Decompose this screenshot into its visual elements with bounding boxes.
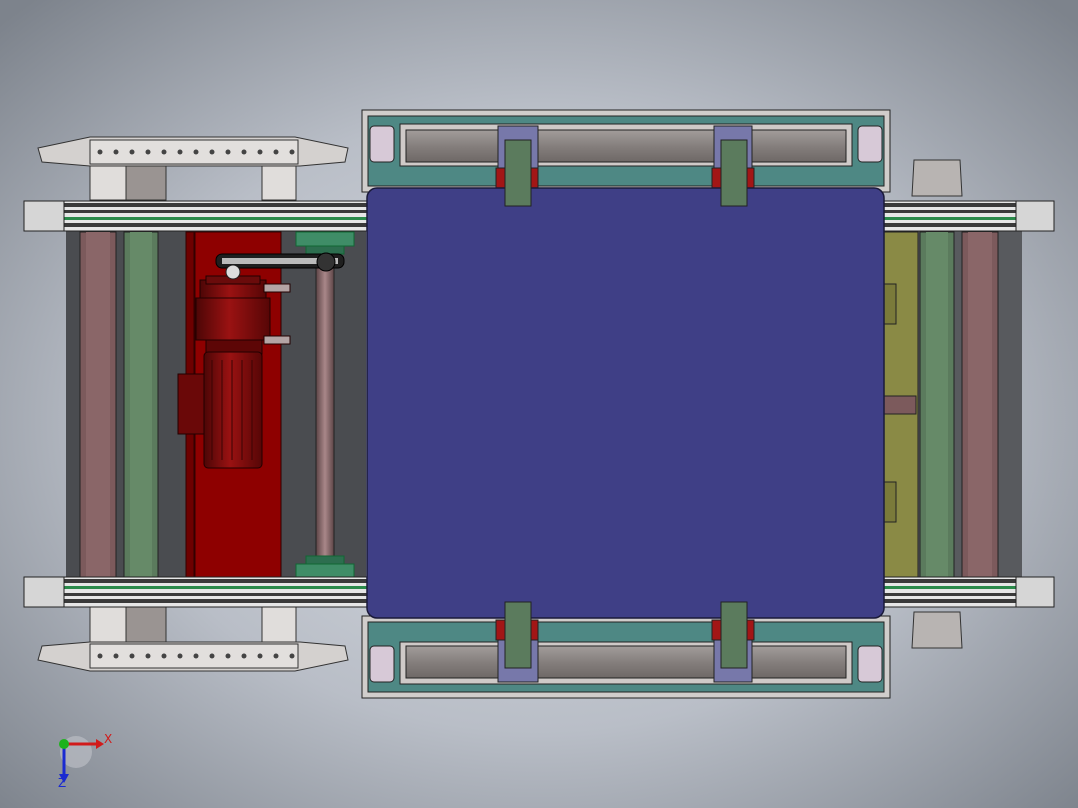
bracket-bolt: [97, 149, 103, 155]
bracket-bolt: [241, 653, 247, 659]
bracket-bolt: [273, 149, 279, 155]
bracket-bolt: [289, 653, 295, 659]
conveyor-assembly-drawing: [0, 0, 1078, 808]
y-axis-dot: [59, 739, 69, 749]
bracket-bolt: [225, 149, 231, 155]
bracket-bolt: [177, 149, 183, 155]
bracket-bolt: [161, 653, 167, 659]
pallet-plate: [366, 187, 885, 619]
bracket-bolt: [129, 653, 135, 659]
clamp-block-bottom-left: [504, 601, 532, 669]
bottom-shaft-bearing: [295, 563, 355, 579]
bracket-bolt: [273, 653, 279, 659]
drive-shaft: [315, 239, 335, 576]
bracket-bolt: [113, 149, 119, 155]
bracket-bolt: [193, 653, 199, 659]
bracket-bolt: [97, 653, 103, 659]
bracket-bolt: [193, 149, 199, 155]
bracket-bolt: [209, 149, 215, 155]
bracket-bolt: [257, 149, 263, 155]
bracket-bolt: [241, 149, 247, 155]
bracket-bolt: [129, 149, 135, 155]
bracket-bolt: [161, 149, 167, 155]
top-shaft-bearing: [295, 231, 355, 247]
bracket-bolt: [177, 653, 183, 659]
clamp-block-top-left: [504, 139, 532, 207]
bracket-bolt: [257, 653, 263, 659]
x-axis-label: X: [104, 732, 113, 746]
clamp-block-top-right: [720, 139, 748, 207]
bottom-transfer-module: [361, 615, 891, 699]
bracket-bolt: [225, 653, 231, 659]
top-transfer-module: [361, 109, 891, 193]
z-axis-label: Z: [58, 776, 67, 790]
bracket-bolt: [289, 149, 295, 155]
clamp-block-bottom-right: [720, 601, 748, 669]
bottom-right-mount-plate: [911, 611, 963, 649]
bracket-bolt: [113, 653, 119, 659]
top-right-mount-plate: [911, 159, 963, 197]
bracket-bolt: [145, 653, 151, 659]
bracket-bolt: [145, 149, 151, 155]
bracket-bolt: [209, 653, 215, 659]
cad-viewport[interactable]: X Z: [0, 0, 1078, 808]
